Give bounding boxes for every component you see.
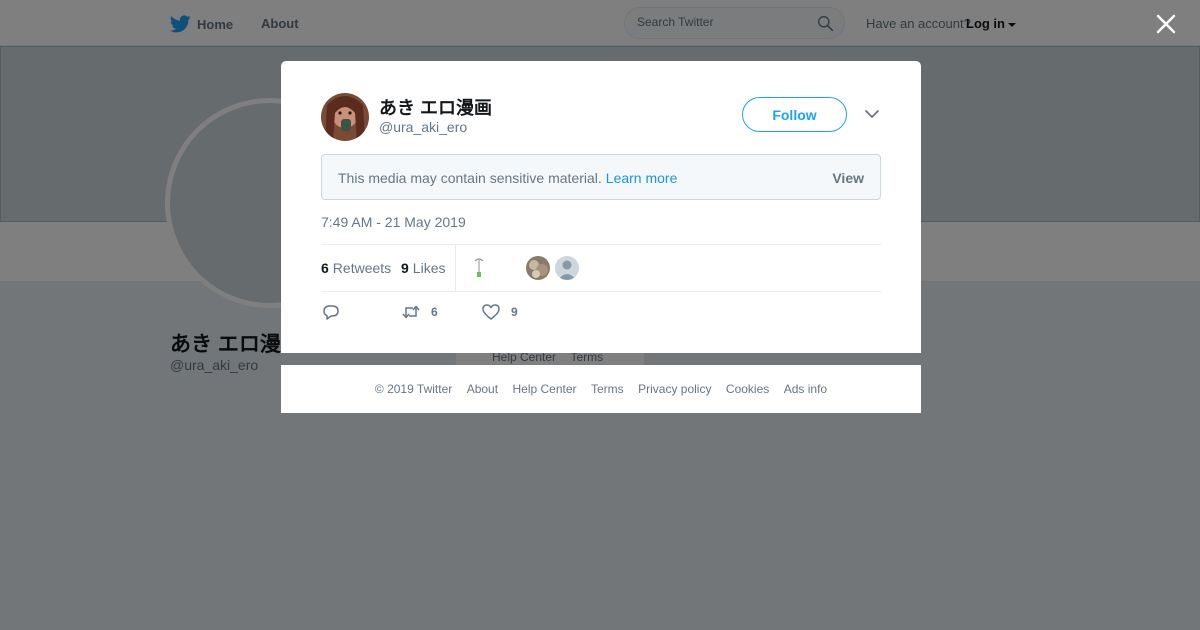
retweets-count: 6	[321, 260, 329, 276]
modal-footer: © 2019 Twitter About Help Center Terms P…	[281, 365, 921, 413]
view-media-button[interactable]: View	[832, 170, 864, 186]
sensitive-media-notice: This media may contain sensitive materia…	[321, 154, 881, 200]
heart-icon	[482, 304, 500, 320]
like-count: 9	[511, 305, 518, 319]
footer-link-cookies[interactable]: Cookies	[726, 382, 769, 396]
learn-more-link[interactable]: Learn more	[606, 170, 678, 186]
likes-count: 9	[401, 260, 409, 276]
reply-icon	[323, 305, 339, 320]
liker-avatar-image	[526, 256, 550, 280]
retweets-label: Retweets	[332, 260, 392, 276]
default-avatar-icon	[555, 256, 579, 280]
footer-link-ads-info[interactable]: Ads info	[784, 382, 827, 396]
reply-button[interactable]	[321, 302, 351, 322]
footer-link-privacy[interactable]: Privacy policy	[638, 382, 711, 396]
liker-avatar-default[interactable]	[555, 256, 579, 280]
liker-avatar-image	[467, 256, 491, 280]
tweet-actions: 6 9	[321, 302, 881, 326]
author-handle[interactable]: @ura_aki_ero	[379, 119, 467, 135]
liker-avatar[interactable]	[526, 256, 550, 280]
stats-divider	[455, 245, 456, 291]
likes-stat[interactable]: 9 Likes	[401, 260, 445, 276]
retweet-count: 6	[431, 305, 438, 319]
sensitive-notice-text: This media may contain sensitive materia…	[338, 170, 677, 186]
chevron-down-icon[interactable]	[864, 108, 880, 120]
footer-link-about[interactable]: About	[467, 382, 498, 396]
author-name[interactable]: あき エロ漫画	[379, 94, 492, 120]
likes-label: Likes	[412, 260, 446, 276]
retweet-icon	[402, 305, 420, 319]
retweets-stat[interactable]: 6 Retweets	[321, 260, 391, 276]
author-avatar-image	[321, 93, 369, 141]
close-icon[interactable]	[1154, 12, 1178, 36]
retweet-button[interactable]: 6	[401, 302, 438, 322]
tweet-modal: あき エロ漫画 @ura_aki_ero Follow This media m…	[281, 61, 921, 353]
tweet-timestamp[interactable]: 7:49 AM - 21 May 2019	[321, 214, 466, 230]
footer-copyright: © 2019 Twitter	[374, 382, 453, 396]
like-button[interactable]: 9	[481, 302, 518, 322]
tweet-stats: 6 Retweets 9 Likes	[321, 244, 881, 292]
liker-avatar[interactable]	[467, 256, 491, 280]
follow-button[interactable]: Follow	[742, 97, 847, 132]
sensitive-notice-label: This media may contain sensitive materia…	[338, 170, 602, 186]
author-avatar[interactable]	[321, 93, 369, 141]
footer-link-terms[interactable]: Terms	[591, 382, 624, 396]
footer-link-help-center[interactable]: Help Center	[513, 382, 577, 396]
